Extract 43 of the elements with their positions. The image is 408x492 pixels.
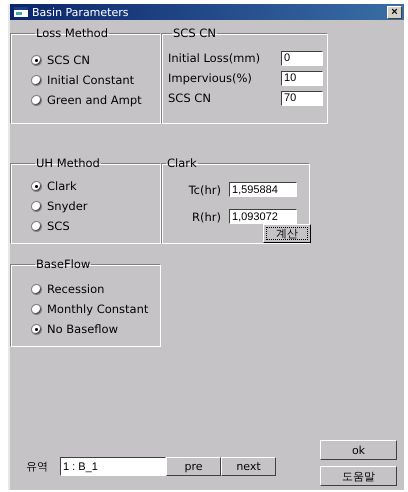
group-title: UH Method [35, 156, 101, 170]
basin-label: 유역 [26, 459, 48, 474]
input-field[interactable]: 0 [281, 50, 323, 66]
radio-icon[interactable] [31, 54, 42, 66]
radio-icon[interactable] [31, 94, 42, 106]
radio-option[interactable]: SCS CN [31, 50, 160, 70]
radio-icon[interactable] [31, 284, 42, 294]
field-label: Initial Loss(mm) [168, 51, 262, 65]
field-label: Impervious(%) [168, 71, 253, 85]
radio-option[interactable]: Recession [31, 279, 160, 299]
radio-icon[interactable] [31, 74, 42, 86]
window-title: Basin Parameters [32, 6, 130, 18]
group-title: Clark [166, 156, 198, 170]
radio-option[interactable]: Clark [31, 176, 160, 196]
radio-option[interactable]: Monthly Constant [31, 299, 160, 319]
group-title: Loss Method [35, 26, 110, 40]
dialog-button[interactable]: 도움말 [320, 466, 397, 486]
radio-option[interactable]: SCS [31, 216, 160, 236]
calculate-button[interactable]: 계산 [263, 224, 311, 243]
dialog-button[interactable]: ok [320, 440, 397, 460]
field-label: R(hr) [192, 210, 221, 224]
input-field[interactable]: 70 [281, 90, 323, 106]
radio-icon[interactable] [31, 324, 42, 334]
basin-field[interactable]: 1 : B_1 [60, 457, 166, 476]
input-field[interactable]: 1,595884 [229, 182, 297, 197]
close-button[interactable]: × [387, 6, 402, 18]
radio-option[interactable]: Initial Constant [31, 70, 160, 90]
window-icon [14, 7, 28, 17]
nav-button[interactable]: next [221, 457, 276, 476]
radio-icon[interactable] [31, 180, 42, 192]
field-label: Tc(hr) [188, 182, 221, 196]
input-field[interactable]: 10 [281, 70, 323, 86]
input-field[interactable]: 1,093072 [229, 209, 297, 224]
group-title: BaseFlow [35, 257, 92, 271]
group-title: SCS CN [172, 26, 217, 40]
radio-option[interactable]: Snyder [31, 196, 160, 216]
radio-icon[interactable] [31, 200, 42, 212]
radio-option[interactable]: Green and Ampt [31, 90, 160, 110]
nav-button[interactable]: pre [166, 457, 221, 476]
radio-icon[interactable] [31, 304, 42, 314]
radio-option[interactable]: No Baseflow [31, 319, 160, 339]
field-label: SCS CN [168, 91, 212, 105]
radio-icon[interactable] [31, 220, 42, 232]
